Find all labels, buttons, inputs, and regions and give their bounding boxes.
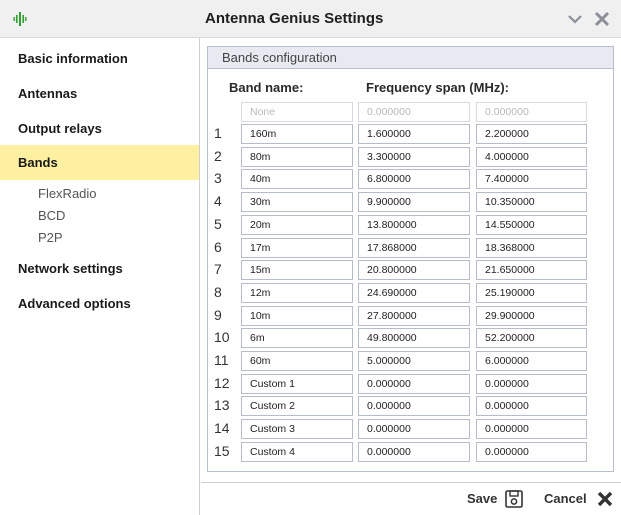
band-name-input[interactable]: 12m xyxy=(241,283,353,303)
cancel-button[interactable]: Cancel xyxy=(544,488,587,510)
frequency-to-input[interactable]: 18.368000 xyxy=(476,238,587,258)
band-name-input[interactable]: 6m xyxy=(241,328,353,348)
band-name-input[interactable]: 17m xyxy=(241,238,353,258)
frequency-from-input[interactable]: 0.000000 xyxy=(358,374,470,394)
frequency-to-input[interactable]: 52.200000 xyxy=(476,328,587,348)
frequency-from-input[interactable]: 17.868000 xyxy=(358,238,470,258)
band-name-input[interactable]: Custom 2 xyxy=(241,396,353,416)
frequency-from-input[interactable]: 5.000000 xyxy=(358,351,470,371)
sidebar-item-output-relays[interactable]: Output relays xyxy=(0,111,199,146)
sidebar-subitem-p2p[interactable]: P2P xyxy=(38,227,63,249)
frequency-from-input[interactable]: 0.000000 xyxy=(358,419,470,439)
band-name-input[interactable]: Custom 4 xyxy=(241,442,353,462)
frequency-from-input[interactable]: 1.600000 xyxy=(358,124,470,144)
frequency-span-header: Frequency span (MHz): xyxy=(366,80,510,95)
band-name-input[interactable]: Custom 3 xyxy=(241,419,353,439)
frequency-to-placeholder: 0.000000 xyxy=(476,102,587,122)
close-icon[interactable] xyxy=(594,488,616,510)
band-row-number: 5 xyxy=(214,216,222,232)
frequency-to-input[interactable]: 21.650000 xyxy=(476,260,587,280)
band-row-number: 1 xyxy=(214,125,222,141)
band-row-number: 9 xyxy=(214,307,222,323)
title-bar: Antenna Genius Settings xyxy=(0,0,621,38)
band-row-number: 11 xyxy=(214,352,229,368)
band-row-number: 7 xyxy=(214,261,222,277)
band-row-number: 4 xyxy=(214,193,222,209)
band-name-input[interactable]: 40m xyxy=(241,169,353,189)
frequency-from-input[interactable]: 3.300000 xyxy=(358,147,470,167)
band-row-number: 6 xyxy=(214,239,222,255)
sidebar-subitem-flexradio[interactable]: FlexRadio xyxy=(38,183,97,205)
sidebar-item-antennas[interactable]: Antennas xyxy=(0,76,199,111)
band-row-number: 2 xyxy=(214,148,222,164)
band-row-number: 15 xyxy=(214,443,230,459)
window-title: Antenna Genius Settings xyxy=(205,10,384,27)
chevron-down-icon[interactable] xyxy=(565,9,585,29)
band-name-input[interactable]: 160m xyxy=(241,124,353,144)
frequency-from-input[interactable]: 27.800000 xyxy=(358,306,470,326)
frequency-to-input[interactable]: 2.200000 xyxy=(476,124,587,144)
frequency-to-input[interactable]: 6.000000 xyxy=(476,351,587,371)
frequency-from-input[interactable]: 6.800000 xyxy=(358,169,470,189)
frequency-from-input[interactable]: 20.800000 xyxy=(358,260,470,280)
close-icon[interactable] xyxy=(592,9,612,29)
save-button[interactable]: Save xyxy=(467,488,497,510)
frequency-to-input[interactable]: 7.400000 xyxy=(476,169,587,189)
sidebar-item-network-settings[interactable]: Network settings xyxy=(0,251,199,286)
frequency-from-input[interactable]: 0.000000 xyxy=(358,442,470,462)
frequency-to-input[interactable]: 0.000000 xyxy=(476,419,587,439)
frequency-from-placeholder: 0.000000 xyxy=(358,102,470,122)
frequency-to-input[interactable]: 29.900000 xyxy=(476,306,587,326)
band-name-input[interactable]: 10m xyxy=(241,306,353,326)
frequency-from-input[interactable]: 24.690000 xyxy=(358,283,470,303)
sidebar-item-bands[interactable]: Bands xyxy=(0,145,199,180)
band-row-number: 3 xyxy=(214,170,222,186)
band-name-placeholder: None xyxy=(241,102,353,122)
frequency-to-input[interactable]: 25.190000 xyxy=(476,283,587,303)
band-row-number: 13 xyxy=(214,397,230,413)
band-name-input[interactable]: 80m xyxy=(241,147,353,167)
band-row-number: 12 xyxy=(214,375,230,391)
frequency-to-input[interactable]: 10.350000 xyxy=(476,192,587,212)
frequency-to-input[interactable]: 0.000000 xyxy=(476,396,587,416)
band-row-number: 8 xyxy=(214,284,222,300)
frequency-from-input[interactable]: 49.800000 xyxy=(358,328,470,348)
band-name-input[interactable]: Custom 1 xyxy=(241,374,353,394)
band-name-input[interactable]: 30m xyxy=(241,192,353,212)
section-title: Bands configuration xyxy=(208,47,613,69)
frequency-from-input[interactable]: 13.800000 xyxy=(358,215,470,235)
antenna-icon xyxy=(13,12,27,26)
band-row-number: 14 xyxy=(214,420,230,436)
frequency-to-input[interactable]: 4.000000 xyxy=(476,147,587,167)
sidebar: Basic information Antennas Output relays… xyxy=(0,38,200,515)
band-name-input[interactable]: 60m xyxy=(241,351,353,371)
frequency-to-input[interactable]: 14.550000 xyxy=(476,215,587,235)
sidebar-item-basic-information[interactable]: Basic information xyxy=(0,41,199,76)
frequency-to-input[interactable]: 0.000000 xyxy=(476,374,587,394)
band-name-header: Band name: xyxy=(229,80,304,95)
frequency-to-input[interactable]: 0.000000 xyxy=(476,442,587,462)
sidebar-item-advanced-options[interactable]: Advanced options xyxy=(0,286,199,321)
band-row-number: 10 xyxy=(214,329,230,345)
frequency-from-input[interactable]: 0.000000 xyxy=(358,396,470,416)
frequency-from-input[interactable]: 9.900000 xyxy=(358,192,470,212)
band-name-input[interactable]: 20m xyxy=(241,215,353,235)
sidebar-subitem-bcd[interactable]: BCD xyxy=(38,205,65,227)
save-icon[interactable] xyxy=(503,488,525,510)
band-name-input[interactable]: 15m xyxy=(241,260,353,280)
